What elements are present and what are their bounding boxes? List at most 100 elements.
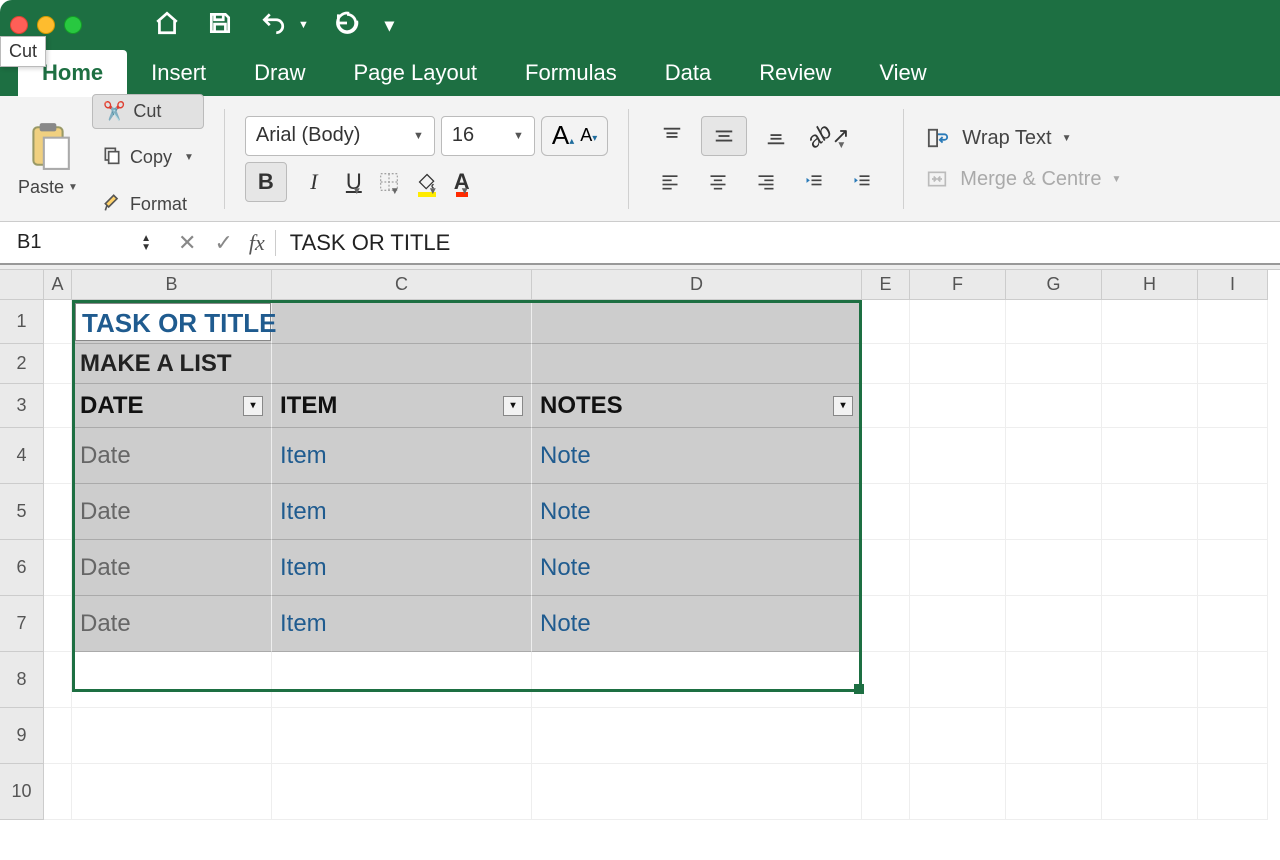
cell[interactable]	[862, 300, 910, 344]
row-header-2[interactable]: 2	[0, 344, 44, 384]
filter-dropdown-icon[interactable]: ▾	[243, 396, 263, 416]
cell[interactable]: DATE ▾	[72, 384, 272, 428]
cell[interactable]	[862, 344, 910, 384]
cell[interactable]	[72, 652, 272, 708]
cell[interactable]	[1006, 384, 1102, 428]
fx-icon[interactable]: fx	[239, 230, 276, 256]
align-left-button[interactable]	[649, 162, 691, 202]
col-header-E[interactable]: E	[862, 270, 910, 300]
cell[interactable]: Item	[272, 596, 532, 652]
cell[interactable]	[1198, 764, 1268, 820]
cell[interactable]	[1102, 540, 1198, 596]
tab-review[interactable]: Review	[735, 50, 855, 96]
cell[interactable]	[44, 344, 72, 384]
cell[interactable]	[862, 428, 910, 484]
align-right-button[interactable]	[745, 162, 787, 202]
cell[interactable]: Date	[72, 428, 272, 484]
cell[interactable]	[44, 484, 72, 540]
cell[interactable]: MAKE A LIST	[72, 344, 272, 384]
save-icon[interactable]	[206, 10, 234, 41]
align-center-button[interactable]	[697, 162, 739, 202]
cell[interactable]	[910, 596, 1006, 652]
tab-draw[interactable]: Draw	[230, 50, 329, 96]
cell[interactable]	[44, 540, 72, 596]
format-painter-button[interactable]: Format	[92, 186, 204, 223]
cell[interactable]	[862, 484, 910, 540]
cell[interactable]	[862, 764, 910, 820]
redo-icon[interactable]	[333, 10, 361, 41]
cell[interactable]: Date	[72, 596, 272, 652]
cut-button[interactable]: ✂️ Cut	[92, 94, 204, 129]
cell[interactable]	[44, 708, 72, 764]
cell[interactable]	[532, 344, 862, 384]
row-header-8[interactable]: 8	[0, 652, 44, 708]
fill-color-button[interactable]: ▼	[411, 162, 443, 202]
align-top-button[interactable]	[649, 116, 695, 156]
cell[interactable]: NOTES ▾	[532, 384, 862, 428]
close-window[interactable]	[10, 16, 28, 34]
select-all-corner[interactable]	[0, 270, 44, 300]
cell[interactable]	[72, 708, 272, 764]
cell[interactable]	[1006, 300, 1102, 344]
cell[interactable]	[1006, 540, 1102, 596]
cell[interactable]: Date	[72, 484, 272, 540]
cell[interactable]	[910, 428, 1006, 484]
undo-icon[interactable]	[258, 10, 288, 41]
cell[interactable]	[272, 344, 532, 384]
cell[interactable]	[1102, 384, 1198, 428]
zoom-window[interactable]	[64, 16, 82, 34]
cell[interactable]	[910, 484, 1006, 540]
cell[interactable]	[1006, 708, 1102, 764]
italic-button[interactable]: I	[293, 162, 335, 202]
row-header-9[interactable]: 9	[0, 708, 44, 764]
col-header-A[interactable]: A	[44, 270, 72, 300]
cell[interactable]	[1102, 428, 1198, 484]
cell[interactable]	[532, 708, 862, 764]
cell[interactable]	[1102, 484, 1198, 540]
tab-view[interactable]: View	[855, 50, 950, 96]
filter-dropdown-icon[interactable]: ▾	[833, 396, 853, 416]
cancel-formula-icon[interactable]: ✕	[178, 230, 196, 256]
cell[interactable]	[1198, 344, 1268, 384]
font-size-combo[interactable]: 16▼	[441, 116, 535, 156]
decrease-font-button[interactable]: A▾	[580, 125, 597, 146]
increase-font-button[interactable]: A▴	[552, 120, 574, 151]
tab-insert[interactable]: Insert	[127, 50, 230, 96]
cell[interactable]	[1198, 484, 1268, 540]
cell[interactable]: Item	[272, 484, 532, 540]
cell[interactable]	[910, 300, 1006, 344]
cell[interactable]	[1198, 652, 1268, 708]
cell[interactable]: Note	[532, 540, 862, 596]
cell[interactable]	[72, 764, 272, 820]
font-color-button[interactable]: A▼	[449, 162, 475, 202]
cell[interactable]	[272, 652, 532, 708]
cell[interactable]	[1198, 384, 1268, 428]
underline-button[interactable]: U▼	[341, 162, 367, 202]
cell[interactable]	[1006, 428, 1102, 484]
cell[interactable]	[1102, 596, 1198, 652]
col-header-I[interactable]: I	[1198, 270, 1268, 300]
cell[interactable]: Date	[72, 540, 272, 596]
row-header-4[interactable]: 4	[0, 428, 44, 484]
cell[interactable]	[862, 384, 910, 428]
col-header-D[interactable]: D	[532, 270, 862, 300]
cell[interactable]	[1006, 484, 1102, 540]
orientation-button[interactable]: ab ↗▼	[805, 116, 851, 156]
home-icon[interactable]	[152, 10, 182, 41]
font-name-combo[interactable]: Arial (Body)▼	[245, 116, 435, 156]
cell[interactable]: Item	[272, 428, 532, 484]
cell[interactable]	[44, 652, 72, 708]
row-header-10[interactable]: 10	[0, 764, 44, 820]
borders-button[interactable]: ▼	[373, 162, 405, 202]
cell[interactable]	[862, 596, 910, 652]
cell[interactable]	[1006, 764, 1102, 820]
cell[interactable]	[1006, 344, 1102, 384]
tab-data[interactable]: Data	[641, 50, 735, 96]
wrap-text-button[interactable]: Wrap Text▼	[924, 127, 1121, 150]
decrease-indent-button[interactable]	[793, 162, 835, 202]
cell[interactable]	[1102, 764, 1198, 820]
merge-centre-button[interactable]: Merge & Centre▼	[924, 168, 1121, 191]
increase-indent-button[interactable]	[841, 162, 883, 202]
minimize-window[interactable]	[37, 16, 55, 34]
col-header-B[interactable]: B	[72, 270, 272, 300]
